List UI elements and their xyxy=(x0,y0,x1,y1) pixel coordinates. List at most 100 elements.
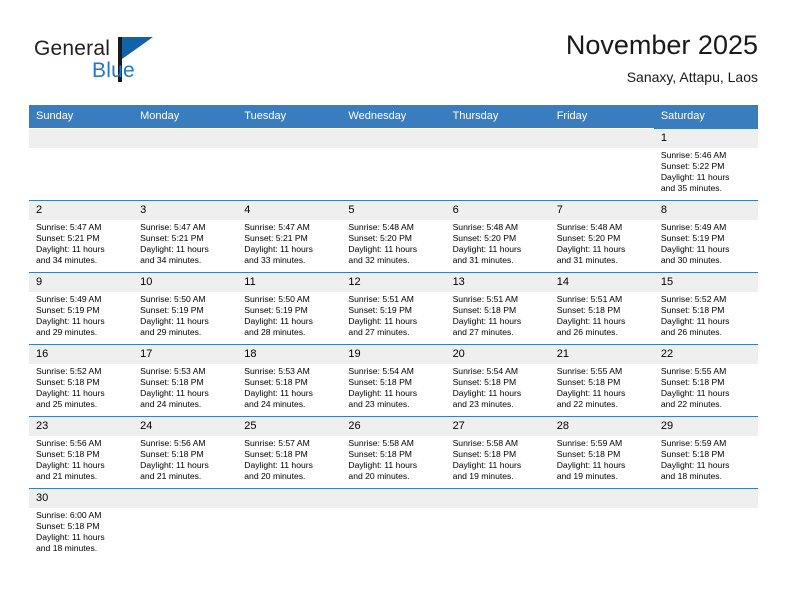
calendar-cell xyxy=(549,488,654,560)
day-cell-empty xyxy=(549,488,654,560)
day-details: Sunrise: 5:48 AM Sunset: 5:20 PM Daylight:… xyxy=(550,220,654,266)
day-number xyxy=(237,129,342,148)
calendar-week-row: 9 Sunrise: 5:49 AM Sunset: 5:19 PM Daylight… xyxy=(29,272,758,344)
daylight-text-line2: and 22 minutes. xyxy=(556,399,618,410)
daylight-text-line2: and 20 minutes. xyxy=(244,471,306,482)
day-cell[interactable]: 13 Sunrise: 5:51 AM Sunset: 5:18 PM Dayligh… xyxy=(445,272,550,344)
sunset-text: Sunset: 5:19 PM xyxy=(244,305,308,316)
sunset-text: Sunset: 5:18 PM xyxy=(140,449,204,460)
calendar-week-row: 30 Sunrise: 6:00 AM Sunset: 5:18 PM Dayligh… xyxy=(29,488,758,560)
calendar-table: Sunday Monday Tuesday Wednesday Thursday Frid… xyxy=(29,105,758,560)
day-cell[interactable]: 29 Sunrise: 5:59 AM Sunset: 5:18 PM Dayligh… xyxy=(653,416,758,488)
sunset-text: Sunset: 5:18 PM xyxy=(36,377,100,388)
sunrise-text: Sunrise: 6:00 AM xyxy=(36,510,102,520)
calendar-cell xyxy=(29,128,134,200)
day-cell[interactable]: 25 Sunrise: 5:57 AM Sunset: 5:18 PM Dayligh… xyxy=(237,416,342,488)
day-cell[interactable]: 20 Sunrise: 5:54 AM Sunset: 5:18 PM Dayligh… xyxy=(445,344,550,416)
day-details: Sunrise: 5:54 AM Sunset: 5:18 PM Daylight:… xyxy=(446,364,550,410)
general-blue-logo[interactable]: General Blue xyxy=(34,36,184,92)
day-number xyxy=(549,129,654,148)
calendar-cell: 4 Sunrise: 5:47 AM Sunset: 5:21 PM Daylight… xyxy=(237,200,342,272)
calendar-cell xyxy=(237,128,342,200)
calendar-cell xyxy=(549,128,654,200)
daylight-text-line2: and 28 minutes. xyxy=(244,327,306,338)
day-cell-empty xyxy=(549,128,654,200)
weekday-header-monday: Monday xyxy=(133,105,238,128)
calendar-cell: 11 Sunrise: 5:50 AM Sunset: 5:19 PM Dayligh… xyxy=(237,272,342,344)
calendar-cell: 28 Sunrise: 5:59 AM Sunset: 5:18 PM Dayligh… xyxy=(549,416,654,488)
daylight-text-line1: Daylight: 11 hours xyxy=(140,316,209,327)
daylight-text-line2: and 20 minutes. xyxy=(348,471,410,482)
daylight-text-line2: and 33 minutes. xyxy=(244,255,306,266)
day-details: Sunrise: 5:55 AM Sunset: 5:18 PM Daylight:… xyxy=(654,364,758,410)
sunrise-text: Sunrise: 5:56 AM xyxy=(140,438,206,448)
day-cell-empty xyxy=(133,128,238,200)
day-details: Sunrise: 5:57 AM Sunset: 5:18 PM Daylight:… xyxy=(237,436,341,482)
calendar-cell: 22 Sunrise: 5:55 AM Sunset: 5:18 PM Dayligh… xyxy=(653,344,758,416)
day-number: 8 xyxy=(653,201,758,220)
day-number: 18 xyxy=(237,345,342,364)
day-cell[interactable]: 30 Sunrise: 6:00 AM Sunset: 5:18 PM Dayligh… xyxy=(29,488,134,560)
day-number xyxy=(29,129,134,148)
calendar-cell xyxy=(653,488,758,560)
day-cell[interactable]: 24 Sunrise: 5:56 AM Sunset: 5:18 PM Dayligh… xyxy=(133,416,238,488)
day-cell[interactable]: 17 Sunrise: 5:53 AM Sunset: 5:18 PM Dayligh… xyxy=(133,344,238,416)
day-details: Sunrise: 5:47 AM Sunset: 5:21 PM Daylight:… xyxy=(29,220,133,266)
day-details: Sunrise: 5:59 AM Sunset: 5:18 PM Daylight:… xyxy=(654,436,758,482)
daylight-text-line1: Daylight: 11 hours xyxy=(348,388,418,399)
day-cell[interactable]: 7 Sunrise: 5:48 AM Sunset: 5:20 PM Daylight… xyxy=(549,200,654,272)
day-cell[interactable]: 3 Sunrise: 5:47 AM Sunset: 5:21 PM Daylight… xyxy=(133,200,238,272)
day-cell[interactable]: 15 Sunrise: 5:52 AM Sunset: 5:18 PM Dayligh… xyxy=(653,272,758,344)
day-cell[interactable]: 12 Sunrise: 5:51 AM Sunset: 5:19 PM Dayligh… xyxy=(341,272,446,344)
day-details: Sunrise: 5:51 AM Sunset: 5:18 PM Daylight:… xyxy=(550,292,654,338)
day-number: 16 xyxy=(29,345,134,364)
day-number: 30 xyxy=(29,489,134,508)
sunset-text: Sunset: 5:18 PM xyxy=(556,377,621,388)
day-cell[interactable]: 4 Sunrise: 5:47 AM Sunset: 5:21 PM Daylight… xyxy=(237,200,342,272)
day-number xyxy=(445,129,550,148)
day-cell[interactable]: 21 Sunrise: 5:55 AM Sunset: 5:18 PM Dayligh… xyxy=(549,344,654,416)
sunset-text: Sunset: 5:18 PM xyxy=(660,305,725,316)
calendar-cell: 9 Sunrise: 5:49 AM Sunset: 5:19 PM Daylight… xyxy=(29,272,134,344)
day-number: 24 xyxy=(133,417,238,436)
day-cell[interactable]: 2 Sunrise: 5:47 AM Sunset: 5:21 PM Daylight… xyxy=(29,200,134,272)
sunrise-text: Sunrise: 5:53 AM xyxy=(244,366,310,376)
day-cell[interactable]: 18 Sunrise: 5:53 AM Sunset: 5:18 PM Dayligh… xyxy=(237,344,342,416)
day-number: 9 xyxy=(29,273,134,292)
day-details: Sunrise: 5:47 AM Sunset: 5:21 PM Daylight:… xyxy=(237,220,341,266)
logo-triangle-icon xyxy=(122,37,153,59)
day-cell[interactable]: 27 Sunrise: 5:58 AM Sunset: 5:18 PM Dayligh… xyxy=(445,416,550,488)
day-cell[interactable]: 26 Sunrise: 5:58 AM Sunset: 5:18 PM Dayligh… xyxy=(341,416,446,488)
day-cell[interactable]: 22 Sunrise: 5:55 AM Sunset: 5:18 PM Dayligh… xyxy=(653,344,758,416)
daylight-text-line2: and 21 minutes. xyxy=(36,471,98,482)
day-details: Sunrise: 5:58 AM Sunset: 5:18 PM Daylight:… xyxy=(446,436,550,482)
sunrise-text: Sunrise: 5:47 AM xyxy=(140,222,206,232)
day-cell[interactable]: 10 Sunrise: 5:50 AM Sunset: 5:19 PM Dayligh… xyxy=(133,272,238,344)
calendar-cell xyxy=(445,488,550,560)
day-details: Sunrise: 5:56 AM Sunset: 5:18 PM Daylight:… xyxy=(29,436,133,482)
sunset-text: Sunset: 5:18 PM xyxy=(660,377,725,388)
day-details: Sunrise: 6:00 AM Sunset: 5:18 PM Daylight:… xyxy=(29,508,133,554)
day-cell[interactable]: 11 Sunrise: 5:50 AM Sunset: 5:19 PM Dayligh… xyxy=(237,272,342,344)
day-cell[interactable]: 14 Sunrise: 5:51 AM Sunset: 5:18 PM Dayligh… xyxy=(549,272,654,344)
day-number: 20 xyxy=(445,345,550,364)
weekday-header-thursday: Thursday xyxy=(445,105,550,128)
day-details: Sunrise: 5:46 AM Sunset: 5:22 PM Daylight:… xyxy=(654,148,758,194)
day-cell[interactable]: 6 Sunrise: 5:48 AM Sunset: 5:20 PM Daylight… xyxy=(445,200,550,272)
calendar-cell: 24 Sunrise: 5:56 AM Sunset: 5:18 PM Dayligh… xyxy=(133,416,238,488)
daylight-text-line2: and 32 minutes. xyxy=(348,255,410,266)
day-cell[interactable]: 28 Sunrise: 5:59 AM Sunset: 5:18 PM Dayligh… xyxy=(549,416,654,488)
day-details: Sunrise: 5:51 AM Sunset: 5:18 PM Daylight:… xyxy=(446,292,550,338)
day-cell[interactable]: 5 Sunrise: 5:48 AM Sunset: 5:20 PM Daylight… xyxy=(341,200,446,272)
day-cell[interactable]: 8 Sunrise: 5:49 AM Sunset: 5:19 PM Daylight… xyxy=(653,200,758,272)
daylight-text-line2: and 25 minutes. xyxy=(36,399,98,410)
day-cell[interactable]: 9 Sunrise: 5:49 AM Sunset: 5:19 PM Daylight… xyxy=(29,272,134,344)
day-cell[interactable]: 19 Sunrise: 5:54 AM Sunset: 5:18 PM Dayligh… xyxy=(341,344,446,416)
day-number: 2 xyxy=(29,201,134,220)
day-details: Sunrise: 5:54 AM Sunset: 5:18 PM Daylight:… xyxy=(341,364,445,410)
day-cell[interactable]: 16 Sunrise: 5:52 AM Sunset: 5:18 PM Dayligh… xyxy=(29,344,134,416)
day-cell[interactable]: 1 Sunrise: 5:46 AM Sunset: 5:22 PM Daylight… xyxy=(653,128,758,200)
day-cell[interactable]: 23 Sunrise: 5:56 AM Sunset: 5:18 PM Dayligh… xyxy=(29,416,134,488)
calendar-cell: 20 Sunrise: 5:54 AM Sunset: 5:18 PM Dayligh… xyxy=(445,344,550,416)
daylight-text-line2: and 23 minutes. xyxy=(452,399,514,410)
